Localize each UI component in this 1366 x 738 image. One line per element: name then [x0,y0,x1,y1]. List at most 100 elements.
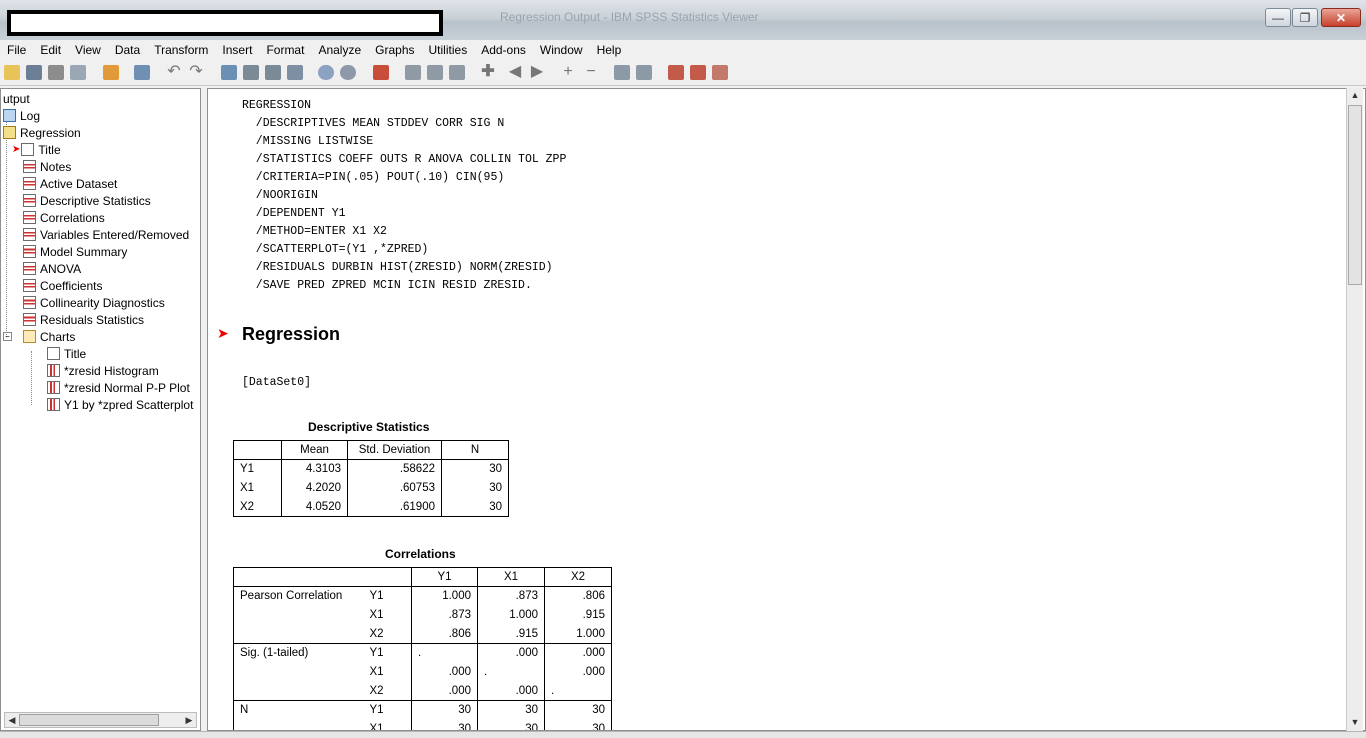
outline-item-coefficients[interactable]: Coefficients [23,277,102,294]
hide-icon[interactable] [636,65,652,80]
goto-variable-icon[interactable] [265,65,281,80]
outline-item-pp-plot[interactable]: *zresid Normal P-P Plot [47,379,190,396]
table-header-cell [233,567,412,587]
table-row: Pearson Correlation Y1 1.000.873.806 [233,586,612,606]
scroll-down-icon[interactable]: ▼ [1348,715,1362,729]
menu-file[interactable]: File [0,43,33,57]
menu-addons[interactable]: Add-ons [474,43,533,57]
insert-page-break-icon[interactable] [712,65,728,80]
menu-edit[interactable]: Edit [33,43,68,57]
outline-root[interactable]: utput [3,90,30,107]
outline-item-notes[interactable]: Notes [23,158,71,175]
show-icon[interactable] [614,65,630,80]
correlations-table[interactable]: Y1 X1 X2 Pearson Correlation Y1 1.000.873.… [233,567,612,730]
menu-utilities[interactable]: Utilities [422,43,475,57]
descriptives-table[interactable]: Mean Std. Deviation N Y1 4.3103 .58622 3… [233,440,509,517]
insert-text-icon[interactable] [690,65,706,80]
use-sets-icon[interactable] [318,65,334,80]
goto-data-icon[interactable] [221,65,237,80]
viewer-vertical-scrollbar[interactable]: ▲ ▼ [1346,88,1363,731]
table-cell: . [477,662,545,682]
outline-item-model-summary[interactable]: Model Summary [23,243,127,260]
dialog-recall-icon[interactable] [134,65,150,80]
table-cell: 30 [441,478,509,498]
print-icon[interactable] [48,65,64,80]
print-preview-icon[interactable] [70,65,86,80]
export-icon[interactable] [103,65,119,80]
goto-case-icon[interactable] [243,65,259,80]
menu-bar: File Edit View Data Transform Insert For… [0,40,1366,60]
expand-icon[interactable]: + [560,64,576,80]
undo-icon[interactable]: ↶ [166,64,182,80]
show-all-variables-icon[interactable] [340,65,356,80]
menu-format[interactable]: Format [259,43,311,57]
outline-item-residuals-statistics[interactable]: Residuals Statistics [23,311,144,328]
menu-graphs[interactable]: Graphs [368,43,421,57]
group-label: N [233,700,364,720]
forward-arrow-icon[interactable]: ▶ [529,64,545,80]
scroll-thumb[interactable] [19,714,159,726]
demote-icon[interactable] [427,65,443,80]
back-arrow-icon[interactable]: ◀ [507,64,523,80]
table-row: X1.000. .000 [233,662,612,682]
table-cell: .000 [411,681,478,701]
minimize-icon: — [1272,10,1284,25]
collapse-toggle-icon[interactable]: − [3,332,12,341]
title-icon [47,347,60,360]
current-item-arrow-icon: ➤ [217,325,229,341]
scroll-right-icon[interactable]: ▶ [182,713,196,727]
menu-insert[interactable]: Insert [215,43,259,57]
outline-item-variables-entered[interactable]: Variables Entered/Removed [23,226,189,243]
minimize-button[interactable]: — [1265,8,1291,27]
row-label: X2 [363,681,412,701]
promote-icon[interactable] [405,65,421,80]
scroll-thumb[interactable] [1348,105,1362,285]
outline-item-log[interactable]: Log [3,107,40,124]
outline-horizontal-scrollbar[interactable]: ◀ ▶ [4,712,197,728]
redo-icon[interactable]: ↷ [188,64,204,80]
outline-item-descriptive-statistics[interactable]: Descriptive Statistics [23,192,151,209]
outline-item-charts[interactable]: − Charts [3,328,75,345]
spell-check-icon[interactable] [373,65,389,80]
table-cell: 30 [477,700,545,720]
table-header-cell: Mean [281,440,348,460]
maximize-button[interactable]: ❐ [1292,8,1318,27]
insert-title-icon[interactable] [668,65,684,80]
outline-item-regression[interactable]: Regression [3,124,81,141]
status-bar [0,731,1366,738]
close-button[interactable]: ✕ [1321,8,1361,27]
menu-data[interactable]: Data [108,43,147,57]
table-cell: .873 [477,586,545,606]
scroll-up-icon[interactable]: ▲ [1348,88,1362,102]
outline-item-collinearity[interactable]: Collinearity Diagnostics [23,294,165,311]
insert-heading-icon[interactable] [449,65,465,80]
scroll-left-icon[interactable]: ◀ [5,713,19,727]
outline-item-correlations[interactable]: Correlations [23,209,105,226]
menu-view[interactable]: View [68,43,108,57]
outline-item-charts-title[interactable]: Title [47,345,86,362]
table-cell: 30 [477,719,545,730]
chart-icon [47,398,60,411]
outline-item-histogram[interactable]: *zresid Histogram [47,362,159,379]
collapse-icon[interactable]: − [583,64,599,80]
menu-help[interactable]: Help [590,43,629,57]
outline-item-scatterplot[interactable]: Y1 by *zpred Scatterplot [47,396,193,413]
table-cell: .873 [411,605,478,625]
outline-item-title[interactable]: ➤ Title [12,141,61,158]
outline-item-anova[interactable]: ANOVA [23,260,81,277]
outline-item-active-dataset[interactable]: Active Dataset [23,175,117,192]
menu-transform[interactable]: Transform [147,43,215,57]
add-icon[interactable]: ✚ [480,64,496,80]
open-icon[interactable] [4,65,20,80]
table-cell: 1.000 [411,586,478,606]
row-label: X2 [233,497,282,517]
menu-analyze[interactable]: Analyze [311,43,368,57]
menu-window[interactable]: Window [533,43,590,57]
table-cell: 30 [441,459,509,479]
table-row: Sig. (1-tailed) Y1. .000.000 [233,643,612,663]
variables-icon[interactable] [287,65,303,80]
chart-icon [47,381,60,394]
table-cell: .000 [544,643,612,663]
save-icon[interactable] [26,65,42,80]
notes-icon [23,160,36,173]
